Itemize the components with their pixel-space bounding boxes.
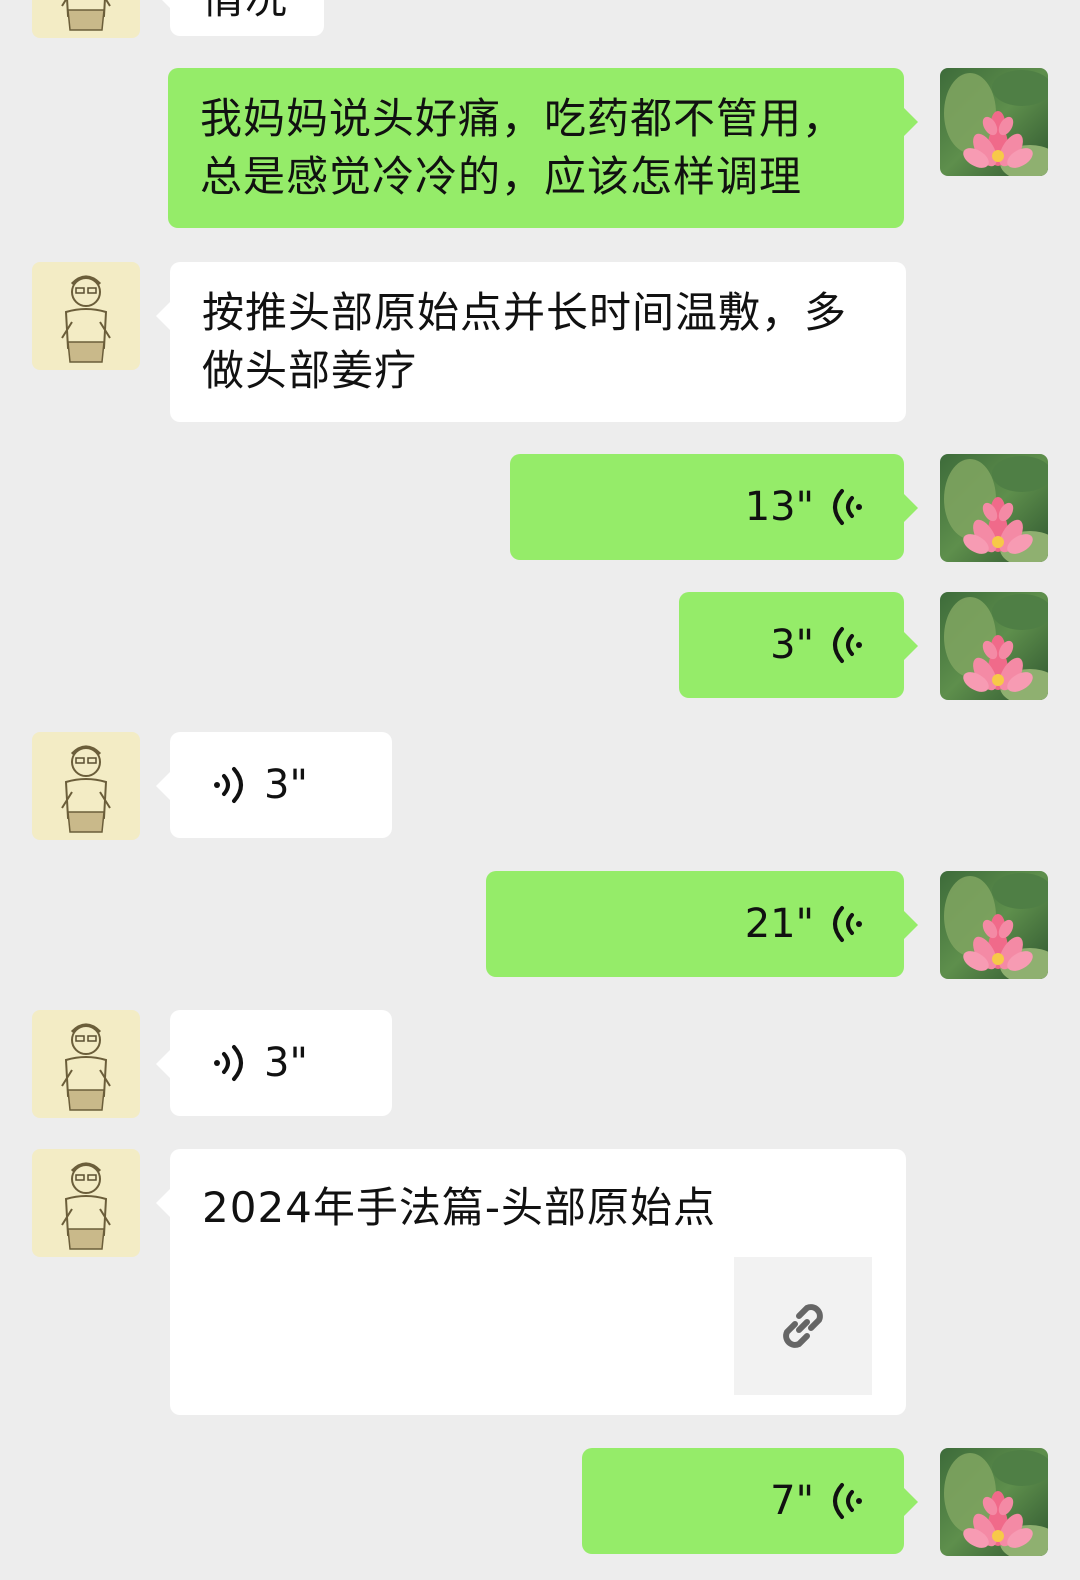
message-bubble-received[interactable]: 情况 — [156, 0, 324, 36]
message-text: 我妈妈说头好痛，吃药都不管用，总是感觉冷冷的，应该怎样调理 — [200, 94, 846, 201]
message-text: 按推头部原始点并长时间温敷，多做头部姜疗 — [202, 288, 848, 395]
voice-message-sent[interactable]: 13" — [510, 454, 918, 560]
voice-duration: 3" — [264, 762, 308, 808]
my-avatar[interactable] — [940, 454, 1048, 562]
my-avatar[interactable] — [940, 68, 1048, 176]
link-thumbnail — [734, 1257, 872, 1395]
link-icon — [783, 1304, 823, 1348]
link-card-title: 2024年手法篇-头部原始点 — [202, 1183, 717, 1232]
message-bubble-sent[interactable]: 我妈妈说头好痛，吃药都不管用，总是感觉冷冷的，应该怎样调理 — [168, 68, 918, 228]
contact-avatar[interactable] — [32, 262, 140, 370]
message-bubble-received[interactable]: 按推头部原始点并长时间温敷，多做头部姜疗 — [156, 262, 906, 422]
contact-avatar[interactable] — [32, 0, 140, 38]
voice-wave-icon — [214, 1045, 243, 1081]
voice-message-sent[interactable]: 3" — [679, 592, 918, 698]
voice-duration: 3" — [264, 1040, 308, 1086]
voice-duration: 21" — [744, 901, 814, 947]
my-avatar[interactable] — [940, 1448, 1048, 1556]
voice-message-received[interactable]: 3" — [156, 1010, 392, 1116]
voice-duration: 13" — [744, 484, 814, 530]
my-avatar[interactable] — [940, 871, 1048, 979]
contact-avatar[interactable] — [32, 732, 140, 840]
voice-message-sent[interactable]: 21" — [486, 871, 918, 977]
voice-wave-icon — [833, 906, 862, 942]
voice-duration: 3" — [770, 622, 814, 668]
message-text: 情况 — [170, 0, 324, 50]
voice-wave-icon — [833, 1483, 862, 1519]
voice-wave-icon — [833, 489, 862, 525]
voice-wave-icon — [214, 767, 243, 803]
voice-message-received[interactable]: 3" — [156, 732, 392, 838]
contact-avatar[interactable] — [32, 1010, 140, 1118]
voice-wave-icon — [833, 627, 862, 663]
link-card[interactable]: 2024年手法篇-头部原始点 — [156, 1149, 906, 1415]
voice-message-sent[interactable]: 7" — [582, 1448, 918, 1554]
my-avatar[interactable] — [940, 592, 1048, 700]
voice-duration: 7" — [770, 1478, 814, 1524]
contact-avatar[interactable] — [32, 1149, 140, 1257]
